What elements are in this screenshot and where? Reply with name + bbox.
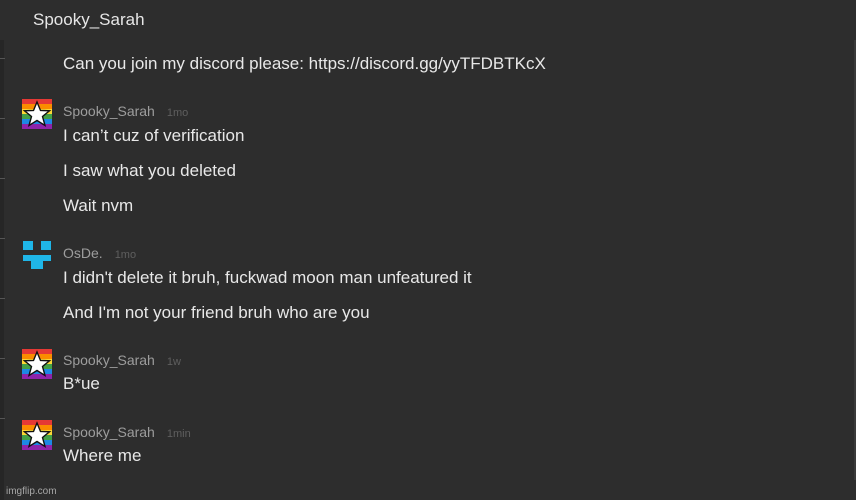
message-text: I saw what you deleted (63, 161, 236, 180)
message-text: I can’t cuz of verification (63, 126, 245, 145)
timestamp: 1mo (166, 107, 189, 119)
blue-face-icon[interactable] (22, 240, 52, 270)
timestamp: 1w (166, 356, 181, 368)
author-name[interactable]: Spooky_Sarah (63, 424, 155, 440)
message-text: And I'm not your friend bruh who are you (63, 303, 370, 322)
chat-window: Spooky_Sarah Can you join my discord ple… (0, 0, 856, 500)
left-tick (0, 118, 5, 119)
message-header: Spooky_Sarah 1w (63, 352, 181, 368)
message-text: Can you join my discord please: https://… (63, 54, 546, 73)
left-tick (0, 178, 5, 179)
message-text: Where me (63, 446, 142, 465)
message-text: Wait nvm (63, 196, 134, 215)
message-header: Spooky_Sarah 1mo (63, 103, 188, 119)
timestamp: 1min (166, 428, 191, 440)
left-tick (0, 58, 5, 59)
left-border (0, 0, 4, 500)
author-name[interactable]: Spooky_Sarah (63, 103, 155, 119)
left-tick (0, 238, 5, 239)
chat-title: Spooky_Sarah (33, 10, 145, 29)
watermark: imgflip.com (6, 486, 57, 497)
timestamp: 1mo (114, 249, 137, 261)
message-text: B*ue (63, 374, 100, 393)
rainbow-star-icon[interactable] (22, 99, 52, 129)
left-tick (0, 358, 5, 359)
left-tick (0, 298, 5, 299)
message-header: OsDe. 1mo (63, 245, 136, 261)
rainbow-star-icon[interactable] (22, 349, 52, 379)
author-name[interactable]: OsDe. (63, 245, 103, 261)
rainbow-star-icon[interactable] (22, 420, 52, 450)
truncated-message: Can you join my discord please: https://… (63, 40, 763, 75)
message-text: I didn't delete it bruh, fuckwad moon ma… (63, 268, 472, 287)
message-header: Spooky_Sarah 1min (63, 424, 191, 440)
chat-header: Spooky_Sarah (0, 0, 856, 40)
left-tick (0, 418, 5, 419)
author-name[interactable]: Spooky_Sarah (63, 352, 155, 368)
